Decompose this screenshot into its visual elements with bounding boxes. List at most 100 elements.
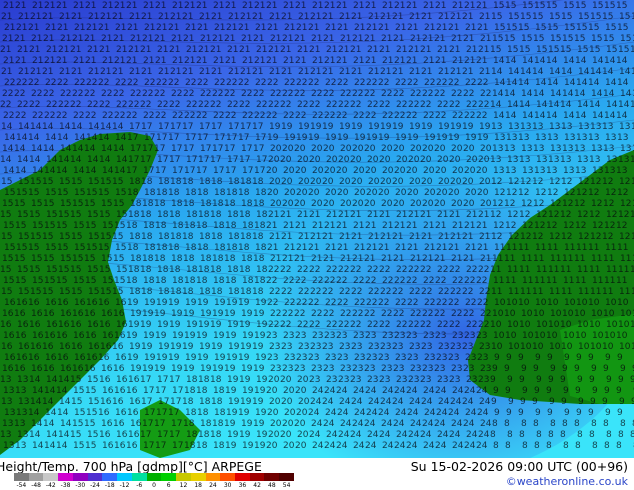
isotherm-label: 22 <box>225 111 236 121</box>
isotherm-label: 14 <box>546 56 558 66</box>
isotherm-label: 19 <box>158 342 170 352</box>
isotherm-label: 21 <box>477 23 488 33</box>
isotherm-label: 22 <box>326 100 337 110</box>
isotherm-label: 19 <box>256 320 268 330</box>
isotherm-label: 24 <box>382 386 394 396</box>
isotherm-label: 9 <box>560 375 566 385</box>
isotherm-label: 23 <box>393 364 404 374</box>
isotherm-label: 17 <box>255 133 266 143</box>
isotherm-label: 22 <box>406 276 417 286</box>
isotherm-label: 12 <box>534 221 545 231</box>
scale-label: 54 <box>282 482 291 489</box>
isotherm-label: 21 <box>172 56 183 66</box>
isotherm-label: 22 <box>337 78 348 88</box>
isotherm-label: 19 <box>142 364 154 374</box>
scale-swatch <box>190 473 206 481</box>
isotherm-label: 21 <box>323 34 334 44</box>
isotherm-label: 19 <box>225 441 237 451</box>
isotherm-label: 21 <box>126 56 137 66</box>
isotherm-label: 18 <box>128 265 140 275</box>
isotherm-label: 9 <box>576 408 582 418</box>
isotherm-label: 22 <box>339 287 350 297</box>
isotherm-label: 16 <box>130 419 142 429</box>
isotherm-label: 13 <box>506 133 517 143</box>
isotherm-label: 10 <box>619 342 631 352</box>
isotherm-label: 14 <box>31 144 43 154</box>
isotherm-label: 12 <box>518 188 529 198</box>
isotherm-label: 22 <box>256 100 267 110</box>
isotherm-label: 11 <box>522 276 533 286</box>
isotherm-label: 15 <box>491 12 502 22</box>
isotherm-label: 15 <box>87 375 98 385</box>
isotherm-label: 21 <box>228 12 239 22</box>
isotherm-label: 14 <box>493 111 505 121</box>
isotherm-label: 18 <box>144 188 156 198</box>
isotherm-label: 19 <box>185 298 197 308</box>
isotherm-label: 22 <box>478 265 489 275</box>
isotherm-label: 18 <box>141 232 153 242</box>
isotherm-label: 15 <box>592 1 603 11</box>
isotherm-label: 21 <box>116 45 127 55</box>
scale-label: 12 <box>179 482 188 489</box>
isotherm-label: 21 <box>409 232 420 242</box>
isotherm-label: 17 <box>253 144 264 154</box>
isotherm-label: 20 <box>478 155 490 165</box>
credit-link[interactable]: ©weatheronline.co.uk <box>506 475 628 488</box>
isotherm-label: 20 <box>298 397 310 407</box>
isotherm-label: 24 <box>480 419 492 429</box>
isotherm-label: 16 <box>44 331 56 341</box>
isotherm-label: 24 <box>476 386 488 396</box>
isotherm-label: 17 <box>170 122 181 132</box>
isotherm-label: 20 <box>480 199 492 209</box>
isotherm-label: 14 <box>30 122 42 132</box>
isotherm-label: 22 <box>379 265 390 275</box>
isotherm-label: 23 <box>298 342 309 352</box>
isotherm-label: 16 <box>127 408 139 418</box>
isotherm-label: 15 <box>43 254 54 264</box>
isotherm-label: 10 <box>618 320 630 330</box>
isotherm-label: 22 <box>308 78 319 88</box>
isotherm-label: 14 <box>578 67 590 77</box>
isotherm-label: 18 <box>197 243 209 253</box>
isotherm-label: 8 <box>519 430 525 440</box>
isotherm-label: 24 <box>394 386 406 396</box>
isotherm-label: 21 <box>88 12 99 22</box>
isotherm-label: 21 <box>197 23 208 33</box>
isotherm-label: 14 <box>508 67 520 77</box>
isotherm-label: 9 <box>508 397 514 407</box>
isotherm-label: 10 <box>589 320 601 330</box>
isotherm-label: 16 <box>4 298 16 308</box>
scale-label: -38 <box>60 482 71 489</box>
isotherm-label: 22 <box>451 309 462 319</box>
isotherm-label: 21 <box>463 34 474 44</box>
isotherm-label: 18 <box>158 177 170 187</box>
isotherm-label: 21 <box>295 56 306 66</box>
isotherm-label: 20 <box>451 199 463 209</box>
isotherm-label: 22 <box>312 276 323 286</box>
isotherm-label: 19 <box>252 397 264 407</box>
isotherm-label: 22 <box>156 78 167 88</box>
isotherm-label: 8 <box>577 430 583 440</box>
isotherm-label: 21 <box>368 67 379 77</box>
isotherm-label: 17 <box>242 166 253 176</box>
isotherm-label: 16 <box>101 419 113 429</box>
isotherm-label: 21 <box>350 210 361 220</box>
isotherm-label: 10 <box>506 298 518 308</box>
scale-swatch <box>58 473 73 481</box>
isotherm-label: 21 <box>200 34 211 44</box>
isotherm-label: 14 <box>533 89 545 99</box>
isotherm-label: 21 <box>3 56 14 66</box>
isotherm-label: 15 <box>85 386 96 396</box>
isotherm-label: 22 <box>280 320 291 330</box>
isotherm-label: 15 <box>72 419 83 429</box>
isotherm-label: 21 <box>322 232 333 242</box>
isotherm-label: 15 <box>522 1 533 11</box>
isotherm-label: 21 <box>394 1 405 11</box>
isotherm-label: 22 <box>323 309 334 319</box>
isotherm-label: 24 <box>464 386 476 396</box>
isotherm-label: 24 <box>324 386 336 396</box>
isotherm-label: 10 <box>592 331 604 341</box>
isotherm-label: 10 <box>532 342 544 352</box>
isotherm-label: 19 <box>224 309 236 319</box>
isotherm-label: 14 <box>42 122 54 132</box>
